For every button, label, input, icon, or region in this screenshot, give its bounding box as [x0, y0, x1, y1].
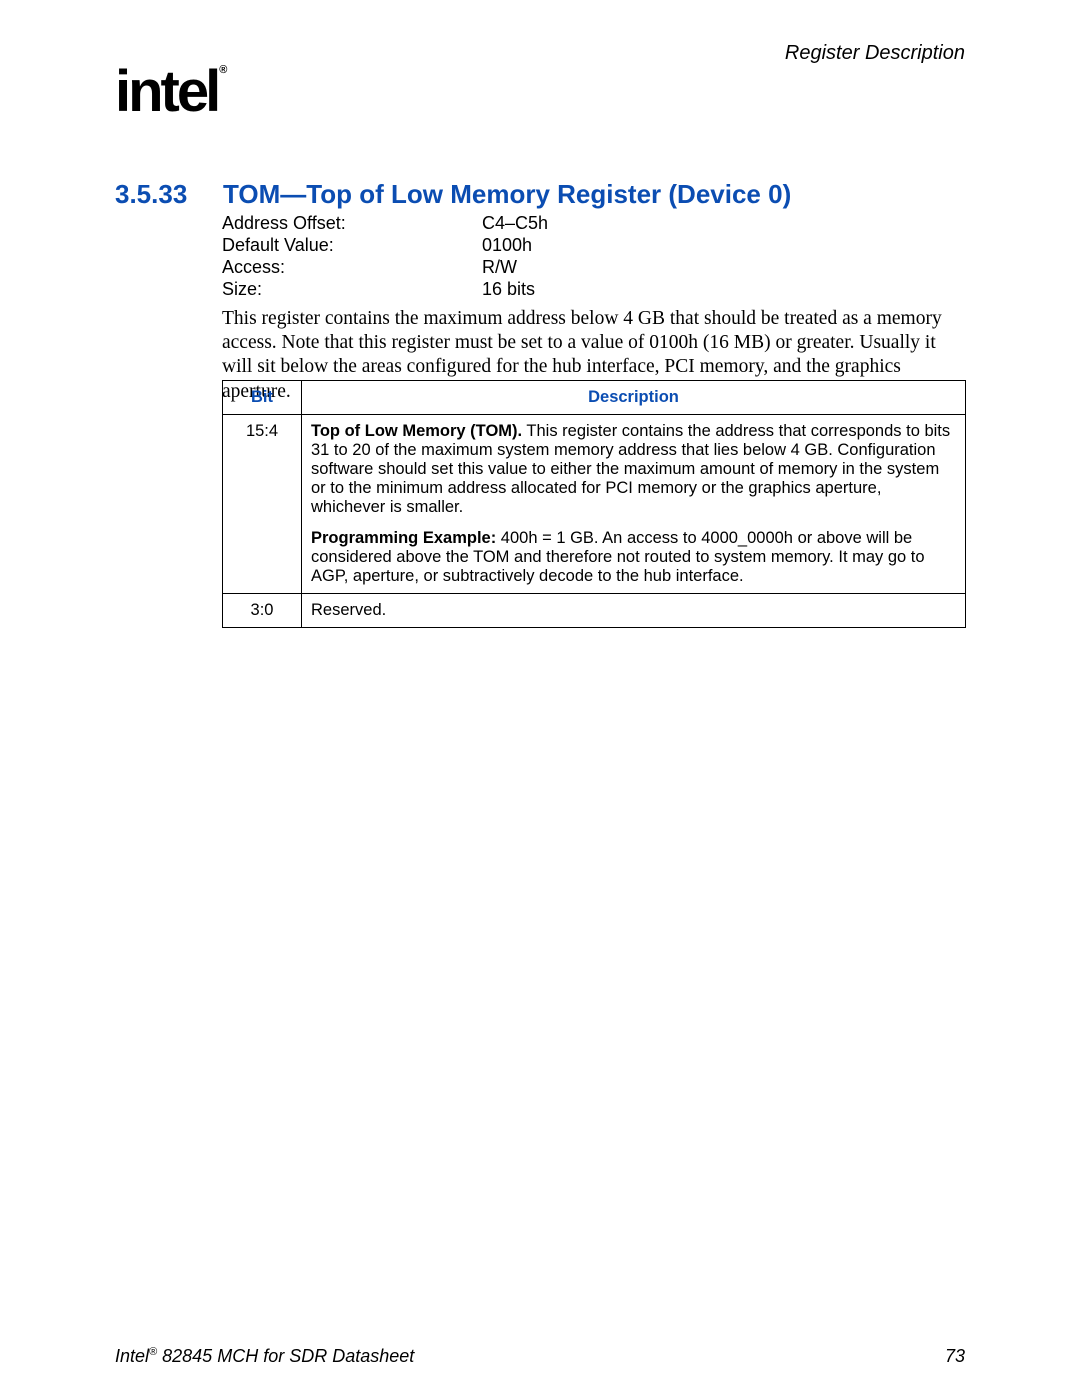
table-row: 3:0 Reserved. — [223, 594, 966, 628]
section-title: TOM—Top of Low Memory Register (Device 0… — [223, 179, 791, 209]
cell-bit: 3:0 — [223, 594, 302, 628]
registered-icon: ® — [149, 1346, 157, 1358]
prop-row: Access: R/W — [222, 257, 548, 279]
table-header-row: Bit Description — [223, 381, 966, 415]
prop-row: Address Offset: C4–C5h — [222, 213, 548, 235]
desc-bold: Top of Low Memory (TOM). — [311, 422, 522, 440]
desc-text: Reserved. — [311, 601, 386, 619]
table-row: 15:4 Top of Low Memory (TOM). This regis… — [223, 415, 966, 594]
footer-title: 82845 MCH for SDR Datasheet — [157, 1346, 414, 1366]
section-number: 3.5.33 — [115, 179, 223, 210]
page: Register Description intel® 3.5.33TOM—To… — [0, 0, 1080, 1397]
prop-label: Default Value: — [222, 235, 482, 257]
prop-row: Default Value: 0100h — [222, 235, 548, 257]
intel-logo: intel® — [115, 58, 225, 125]
section-heading: 3.5.33TOM—Top of Low Memory Register (De… — [115, 179, 791, 210]
prop-label: Address Offset: — [222, 213, 482, 235]
prop-label: Size: — [222, 279, 482, 301]
cell-bit: 15:4 — [223, 415, 302, 594]
prop-value: R/W — [482, 257, 517, 279]
th-description: Description — [302, 381, 966, 415]
prop-value: 0100h — [482, 235, 532, 257]
page-number: 73 — [945, 1346, 965, 1367]
footer: Intel® 82845 MCH for SDR Datasheet 73 — [115, 1346, 965, 1367]
prop-label: Access: — [222, 257, 482, 279]
header-section-name: Register Description — [785, 42, 965, 65]
bit-table: Bit Description 15:4 Top of Low Memory (… — [222, 380, 966, 628]
register-properties: Address Offset: C4–C5h Default Value: 01… — [222, 213, 548, 301]
registered-icon: ® — [219, 64, 227, 76]
prop-value: C4–C5h — [482, 213, 548, 235]
prop-value: 16 bits — [482, 279, 535, 301]
cell-description: Top of Low Memory (TOM). This register c… — [302, 415, 966, 594]
footer-brand: Intel — [115, 1346, 149, 1366]
th-bit: Bit — [223, 381, 302, 415]
desc-bold: Programming Example: — [311, 529, 496, 547]
prop-row: Size: 16 bits — [222, 279, 548, 301]
footer-left: Intel® 82845 MCH for SDR Datasheet — [115, 1346, 414, 1367]
cell-description: Reserved. — [302, 594, 966, 628]
